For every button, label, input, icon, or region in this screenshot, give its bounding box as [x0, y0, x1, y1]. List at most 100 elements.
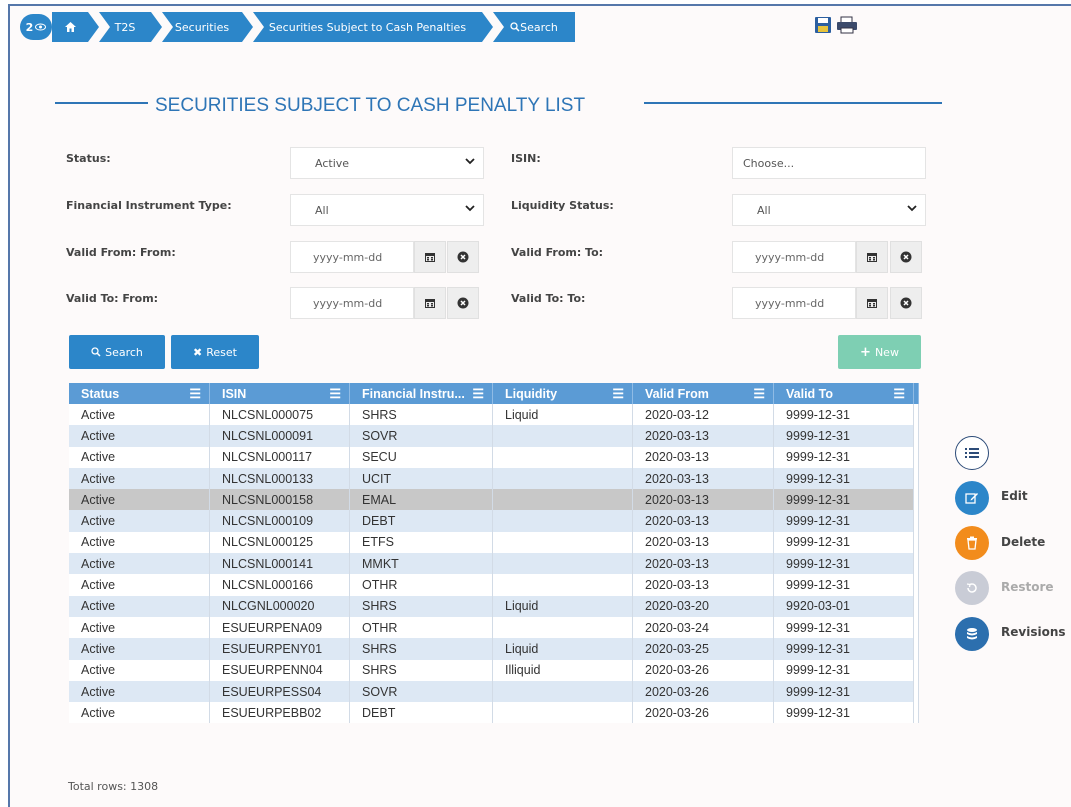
table-cell: ETFS	[349, 531, 493, 554]
valid-to-from-input[interactable]: yyyy-mm-dd	[290, 287, 414, 319]
liquidity-status-select[interactable]: All	[732, 194, 926, 226]
save-icon[interactable]	[814, 16, 832, 34]
print-icon[interactable]	[836, 16, 858, 34]
breadcrumb-securities[interactable]: Securities	[162, 12, 242, 42]
clear-date-button[interactable]	[447, 287, 479, 319]
column-header-status[interactable]: Status ☰	[69, 383, 210, 404]
breadcrumb-label: T2S	[114, 20, 136, 34]
title-rule-left	[55, 102, 148, 104]
breadcrumb-separator	[99, 12, 110, 42]
liquidity-status-label: Liquidity Status:	[511, 199, 614, 212]
status-select[interactable]: Active	[290, 147, 484, 179]
table-cell: Active	[69, 680, 210, 703]
table-cell: DEBT	[349, 510, 493, 532]
table-row[interactable]: Active ESUEURPENN04 SHRS Illiquid 2020-03-26…	[69, 659, 919, 681]
column-header-liquidity[interactable]: Liquidity ☰	[492, 383, 633, 404]
column-menu-icon[interactable]: ☰	[893, 386, 905, 402]
details-button[interactable]	[955, 436, 989, 470]
table-row[interactable]: Active NLCSNL000141 MMKT 2020-03-13 9999-12-…	[69, 553, 919, 575]
valid-from-to-input[interactable]: yyyy-mm-dd	[732, 241, 856, 273]
clear-date-button[interactable]	[890, 287, 922, 319]
table-cell: 2020-03-26	[632, 680, 774, 703]
column-header-valid-to[interactable]: Valid To ☰	[773, 383, 914, 404]
calendar-button[interactable]	[414, 241, 446, 273]
table-cell	[492, 702, 633, 724]
close-icon: ✖	[193, 345, 203, 359]
calendar-button[interactable]	[856, 287, 888, 319]
isin-input[interactable]: Choose...	[732, 147, 926, 179]
new-button[interactable]: + New	[838, 335, 921, 369]
table-cell: 2020-03-13	[632, 446, 774, 468]
table-cell	[492, 510, 633, 532]
view-counter-badge[interactable]: 2	[20, 14, 52, 40]
table-cell	[492, 553, 633, 575]
date-placeholder: yyyy-mm-dd	[313, 250, 383, 264]
column-label: Valid From	[645, 386, 709, 401]
edit-button[interactable]	[955, 481, 989, 515]
table-row[interactable]: Active NLCGNL000020 SHRS Liquid 2020-03-20 99…	[69, 595, 919, 617]
table-row[interactable]: Active ESUEURPESS04 SOVR 2020-03-26 9999-12-…	[69, 680, 919, 703]
column-menu-icon[interactable]: ☰	[189, 386, 201, 402]
table-cell: 9999-12-31	[773, 616, 914, 639]
table-cell: Liquid	[492, 595, 633, 617]
clear-date-button[interactable]	[890, 241, 922, 273]
reset-button[interactable]: ✖ Reset	[171, 335, 259, 369]
column-menu-icon[interactable]: ☰	[329, 386, 341, 402]
table-row[interactable]: Active NLCSNL000117 SECU 2020-03-13 9999-12-…	[69, 446, 919, 468]
scrollbar-gutter	[913, 404, 919, 426]
calendar-button[interactable]	[414, 287, 446, 319]
chevron-down-icon	[907, 204, 917, 215]
table-cell: Active	[69, 446, 210, 468]
table-cell	[492, 616, 633, 639]
calendar-icon	[867, 299, 877, 308]
table-cell	[492, 574, 633, 596]
calendar-button[interactable]	[856, 241, 888, 273]
scrollbar-gutter	[913, 553, 919, 575]
table-cell: 9999-12-31	[773, 531, 914, 554]
table-row[interactable]: Active ESUEURPEBB02 DEBT 2020-03-26 9999-12-…	[69, 702, 919, 724]
table-row[interactable]: Active ESUEURPENY01 SHRS Liquid 2020-03-25 99…	[69, 638, 919, 660]
table-row[interactable]: Active NLCSNL000075 SHRS Liquid 2020-03-12 99…	[69, 404, 919, 426]
restore-button[interactable]	[955, 571, 989, 605]
scrollbar-gutter	[913, 383, 919, 404]
calendar-icon	[867, 253, 877, 262]
breadcrumb-home[interactable]	[52, 12, 88, 42]
column-menu-icon[interactable]: ☰	[472, 386, 484, 402]
table-cell: Active	[69, 638, 210, 660]
financial-instrument-type-select[interactable]: All	[290, 194, 484, 226]
table-row[interactable]: Active NLCSNL000158 EMAL 2020-03-13 9999-12-…	[69, 489, 919, 511]
breadcrumb-search[interactable]: Search	[493, 12, 575, 42]
table-cell: 2020-03-13	[632, 425, 774, 447]
breadcrumb-arrow	[88, 12, 99, 42]
table-row[interactable]: Active NLCSNL000166 OTHR 2020-03-13 9999-12-…	[69, 574, 919, 596]
column-menu-icon[interactable]: ☰	[753, 386, 765, 402]
breadcrumb-arrow	[482, 12, 493, 42]
table-cell: 2020-03-13	[632, 531, 774, 554]
table-cell: 9999-12-31	[773, 489, 914, 511]
clear-date-button[interactable]	[447, 241, 479, 273]
table-row[interactable]: Active ESUEURPENA09 OTHR 2020-03-24 9999-12-…	[69, 616, 919, 639]
revisions-button[interactable]	[955, 617, 989, 651]
table-row[interactable]: Active NLCSNL000091 SOVR 2020-03-13 9999-12-…	[69, 425, 919, 447]
table-cell: NLCGNL000020	[209, 595, 350, 617]
valid-from-from-input[interactable]: yyyy-mm-dd	[290, 241, 414, 273]
column-header-financial-instrument[interactable]: Financial Instru... ☰	[349, 383, 493, 404]
column-header-valid-from[interactable]: Valid From ☰	[632, 383, 774, 404]
table-row[interactable]: Active NLCSNL000133 UCIT 2020-03-13 9999-12-…	[69, 467, 919, 490]
scrollbar-gutter	[913, 446, 919, 468]
restore-icon	[966, 583, 977, 593]
table-cell: 9999-12-31	[773, 510, 914, 532]
breadcrumb-securities-subject[interactable]: Securities Subject to Cash Penalties	[253, 12, 482, 42]
column-header-isin[interactable]: ISIN ☰	[209, 383, 350, 404]
plus-icon: +	[860, 344, 871, 360]
table-row[interactable]: Active NLCSNL000125 ETFS 2020-03-13 9999-12-…	[69, 531, 919, 554]
toolbar	[814, 16, 858, 34]
table-cell: 2020-03-13	[632, 489, 774, 511]
table-row[interactable]: Active NLCSNL000109 DEBT 2020-03-13 9999-12-…	[69, 510, 919, 532]
close-circle-icon	[457, 297, 469, 309]
column-menu-icon[interactable]: ☰	[612, 386, 624, 402]
table-cell: Active	[69, 553, 210, 575]
search-button[interactable]: Search	[69, 335, 165, 369]
valid-to-to-input[interactable]: yyyy-mm-dd	[732, 287, 856, 319]
delete-button[interactable]	[955, 526, 989, 560]
